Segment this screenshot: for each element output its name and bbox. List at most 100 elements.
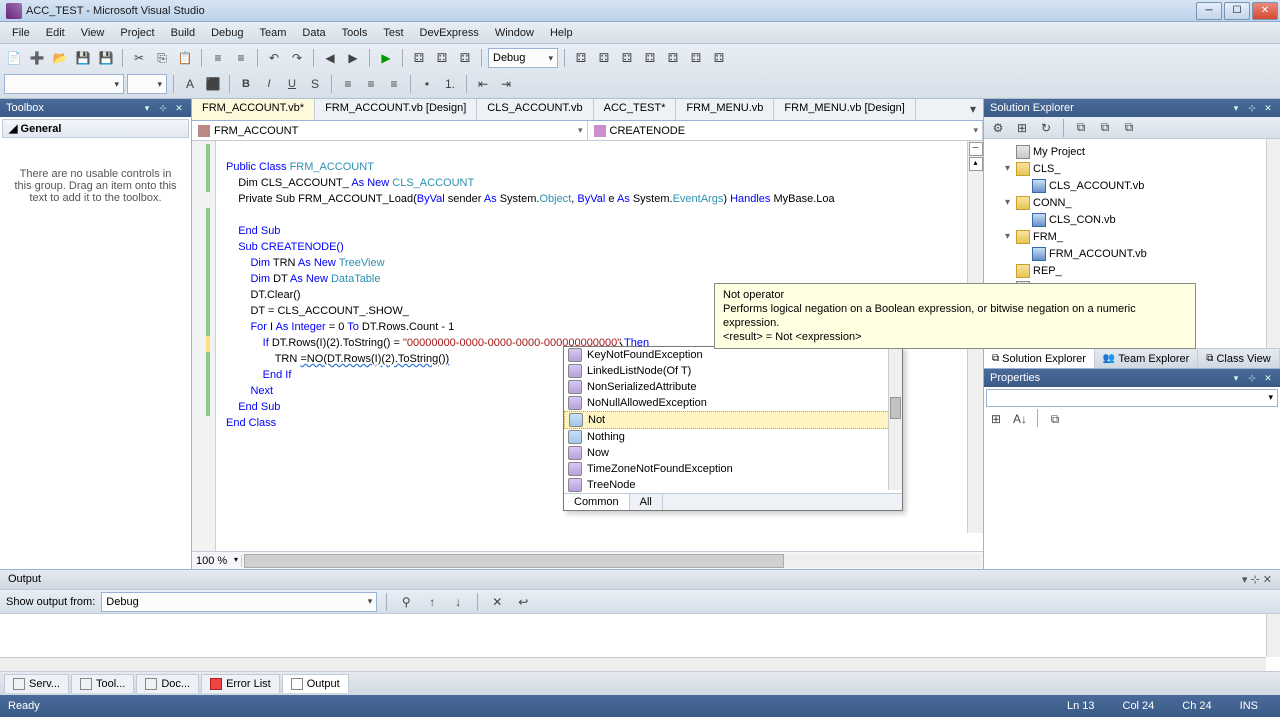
save-button[interactable]: 💾 xyxy=(73,48,93,68)
menu-tools[interactable]: Tools xyxy=(334,25,376,41)
solexp-viewcode-button[interactable]: ⧉ xyxy=(1071,118,1091,138)
menu-window[interactable]: Window xyxy=(487,25,542,41)
tree-scrollbar[interactable] xyxy=(1266,139,1280,348)
output-close-icon[interactable]: ✕ xyxy=(1263,574,1272,586)
intellisense-scrollbar[interactable] xyxy=(888,347,902,490)
tab-frm-account-design[interactable]: FRM_ACCOUNT.vb [Design] xyxy=(315,99,477,120)
menu-data[interactable]: Data xyxy=(294,25,333,41)
config-combo[interactable]: Debug xyxy=(488,48,558,68)
tab-team-explorer[interactable]: 👥 Team Explorer xyxy=(1095,349,1198,368)
props-close-icon[interactable]: ✕ xyxy=(1262,372,1274,384)
strike-button[interactable]: S xyxy=(305,74,325,94)
tab-cls-account[interactable]: CLS_ACCOUNT.vb xyxy=(477,99,593,120)
nav-fwd-button[interactable]: ▶ xyxy=(343,48,363,68)
output-prev-button[interactable]: ↑ xyxy=(422,592,442,612)
italic-button[interactable]: I xyxy=(259,74,279,94)
output-clear-button[interactable]: ✕ xyxy=(487,592,507,612)
align-left[interactable]: ≡ xyxy=(338,74,358,94)
btab-document[interactable]: Doc... xyxy=(136,674,199,693)
menu-debug[interactable]: Debug xyxy=(203,25,251,41)
inc-indent[interactable]: ⇥ xyxy=(496,74,516,94)
solexp-viewdesign-button[interactable]: ⧉ xyxy=(1095,118,1115,138)
tool-c[interactable]: ⚃ xyxy=(617,48,637,68)
tab-solution-explorer[interactable]: ⧉ Solution Explorer xyxy=(984,349,1095,368)
menu-file[interactable]: File xyxy=(4,25,38,41)
btab-output[interactable]: Output xyxy=(282,674,349,693)
toolbox-dropdown-icon[interactable]: ▾ xyxy=(141,102,153,114)
intellisense-popup[interactable]: KeyNotFoundExceptionLinkedListNode(Of T)… xyxy=(563,346,903,511)
intellisense-item[interactable]: Nothing xyxy=(564,429,902,445)
menu-test[interactable]: Test xyxy=(375,25,411,41)
solexp-dropdown-icon[interactable]: ▾ xyxy=(1230,102,1242,114)
menu-help[interactable]: Help xyxy=(542,25,581,41)
list-bullet[interactable]: • xyxy=(417,74,437,94)
expand-icon[interactable]: ▾ xyxy=(1002,231,1013,242)
tree-item[interactable]: ▾CLS_ xyxy=(986,160,1278,177)
menu-view[interactable]: View xyxy=(73,25,113,41)
solexp-showall-button[interactable]: ⊞ xyxy=(1012,118,1032,138)
output-vscroll[interactable] xyxy=(1266,614,1280,657)
start-debug-button[interactable]: ▶ xyxy=(376,48,396,68)
btab-toolbox[interactable]: Tool... xyxy=(71,674,134,693)
intellisense-item[interactable]: NoNullAllowedException xyxy=(564,395,902,411)
properties-object-combo[interactable] xyxy=(986,389,1278,407)
align-center[interactable]: ≡ xyxy=(361,74,381,94)
open-button[interactable]: 📂 xyxy=(50,48,70,68)
redo-button[interactable]: ↷ xyxy=(287,48,307,68)
nav-back-button[interactable]: ◀ xyxy=(320,48,340,68)
menu-build[interactable]: Build xyxy=(163,25,203,41)
output-hscroll[interactable] xyxy=(0,657,1266,671)
tab-class-view[interactable]: ⧉ Class View xyxy=(1198,349,1279,368)
tree-item[interactable]: CLS_ACCOUNT.vb xyxy=(986,177,1278,194)
solexp-refresh-button[interactable]: ↻ xyxy=(1036,118,1056,138)
minimize-button[interactable]: ─ xyxy=(1196,2,1222,20)
intellisense-item[interactable]: Not xyxy=(564,411,902,429)
menu-edit[interactable]: Edit xyxy=(38,25,73,41)
tool-b[interactable]: ⚃ xyxy=(594,48,614,68)
tool-d[interactable]: ⚃ xyxy=(640,48,660,68)
output-pin-icon[interactable]: ⊹ xyxy=(1251,574,1260,586)
add-item-button[interactable]: ➕ xyxy=(27,48,47,68)
editor-hscroll[interactable] xyxy=(244,554,981,568)
align-right[interactable]: ≡ xyxy=(384,74,404,94)
size-combo[interactable] xyxy=(127,74,167,94)
intellisense-tab-all[interactable]: All xyxy=(630,494,663,510)
outdent-button[interactable]: ≡ xyxy=(231,48,251,68)
btab-errorlist[interactable]: Error List xyxy=(201,674,280,693)
output-find-button[interactable]: ⚲ xyxy=(396,592,416,612)
tree-item[interactable]: FRM_ACCOUNT.vb xyxy=(986,245,1278,262)
output-next-button[interactable]: ↓ xyxy=(448,592,468,612)
intellisense-item[interactable]: NonSerializedAttribute xyxy=(564,379,902,395)
find-button[interactable]: ⚃ xyxy=(409,48,429,68)
intellisense-item[interactable]: TimeZoneNotFoundException xyxy=(564,461,902,477)
tree-item[interactable]: CLS_CON.vb xyxy=(986,211,1278,228)
menu-team[interactable]: Team xyxy=(252,25,295,41)
toolbox-close-icon[interactable]: ✕ xyxy=(173,102,185,114)
menu-project[interactable]: Project xyxy=(112,25,162,41)
copy-button[interactable]: ⎘ xyxy=(152,48,172,68)
toolbox-group-general[interactable]: ◢ General xyxy=(2,119,189,138)
tool-f[interactable]: ⚃ xyxy=(686,48,706,68)
tab-frm-menu[interactable]: FRM_MENU.vb xyxy=(676,99,774,120)
comment-button[interactable]: ⚃ xyxy=(432,48,452,68)
tree-item[interactable]: REP_ xyxy=(986,262,1278,279)
toolbox-pin-icon[interactable]: ⊹ xyxy=(157,102,169,114)
btab-server[interactable]: Serv... xyxy=(4,674,69,693)
font-combo[interactable] xyxy=(4,74,124,94)
bold-button[interactable]: B xyxy=(236,74,256,94)
expand-icon[interactable]: ▾ xyxy=(1002,163,1013,174)
menu-devexpress[interactable]: DevExpress xyxy=(412,25,487,41)
uncomment-button[interactable]: ⚃ xyxy=(455,48,475,68)
props-categorized-button[interactable]: ⊞ xyxy=(986,409,1006,429)
solexp-close-icon[interactable]: ✕ xyxy=(1262,102,1274,114)
split-icon[interactable]: ─ xyxy=(969,142,983,156)
new-project-button[interactable]: 📄 xyxy=(4,48,24,68)
close-button[interactable]: ✕ xyxy=(1252,2,1278,20)
tool-g[interactable]: ⚃ xyxy=(709,48,729,68)
intellisense-item[interactable]: Now xyxy=(564,445,902,461)
props-dropdown-icon[interactable]: ▾ xyxy=(1230,372,1242,384)
solexp-viewdiag-button[interactable]: ⧉ xyxy=(1119,118,1139,138)
undo-button[interactable]: ↶ xyxy=(264,48,284,68)
tab-frm-account[interactable]: FRM_ACCOUNT.vb* xyxy=(192,99,315,120)
member-selector[interactable]: CREATENODE xyxy=(588,121,984,140)
